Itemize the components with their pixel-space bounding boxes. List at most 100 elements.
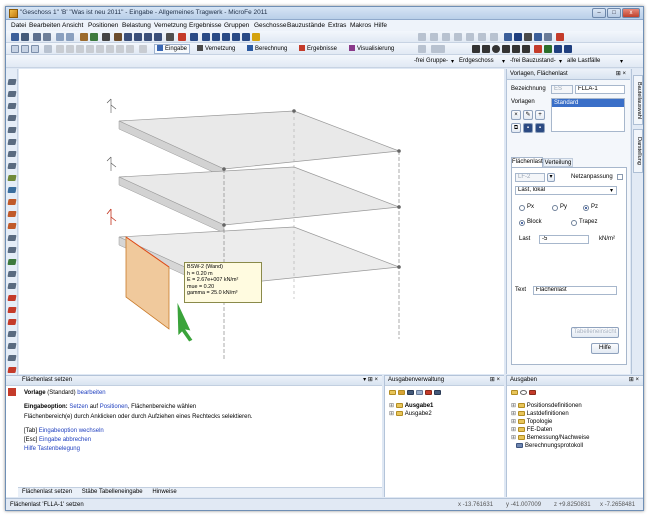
- direction-pz-radio[interactable]: [583, 205, 589, 211]
- eingabe-mode-button[interactable]: Eingabe: [154, 44, 191, 54]
- menu-datei[interactable]: Datei: [11, 22, 26, 29]
- panel-pin-close-icon[interactable]: ⊞ ×: [616, 69, 626, 79]
- node[interactable]: [397, 265, 401, 269]
- lastart-dropdown[interactable]: Last, lokal: [515, 186, 617, 195]
- color-tool-icon[interactable]: [534, 45, 542, 53]
- draw-line-icon[interactable]: [418, 33, 426, 41]
- grid-icon[interactable]: [102, 33, 110, 41]
- draw-circle-icon[interactable]: [466, 33, 474, 41]
- menu-ergebnisse[interactable]: Ergebnisse: [189, 22, 222, 29]
- edit-template-icon[interactable]: ✎: [523, 110, 533, 120]
- positionen-link[interactable]: Positionen: [100, 404, 128, 410]
- dimension-left-icon[interactable]: [7, 283, 17, 289]
- copy-icon[interactable]: [90, 33, 98, 41]
- outputs-folder-icon[interactable]: [511, 390, 518, 395]
- cursor-icon[interactable]: [166, 33, 174, 41]
- zoom-out-icon[interactable]: [134, 33, 142, 41]
- vorlagen-list[interactable]: Standard: [551, 98, 625, 132]
- brush-tool-icon[interactable]: [7, 91, 17, 97]
- hilfe-tastenbelegung-link[interactable]: Hilfe Tastenbelegung: [24, 446, 80, 452]
- vorlagen-list-item[interactable]: Standard: [552, 99, 624, 107]
- direction-px-radio[interactable]: [519, 205, 525, 211]
- tree-item[interactable]: ⊞ Topologie: [511, 418, 589, 426]
- copy-props-icon[interactable]: [56, 45, 64, 53]
- tree-item[interactable]: ⊞ Ausgabe1: [389, 402, 433, 410]
- view-side-icon[interactable]: [212, 33, 220, 41]
- tree-item[interactable]: ⊞ Ausgabe2: [389, 410, 433, 418]
- tab-flaechenlast-setzen[interactable]: Flächenlast setzen: [22, 489, 72, 495]
- opening-tool-icon[interactable]: [7, 247, 17, 253]
- rect-tool-icon[interactable]: [482, 45, 490, 53]
- ergebnisse-mode-button[interactable]: Ergebnisse: [296, 44, 340, 54]
- menu-extras[interactable]: Extras: [328, 22, 346, 29]
- preview-icon[interactable]: [43, 33, 51, 41]
- save-icon[interactable]: [21, 33, 29, 41]
- grid-snap-icon[interactable]: [524, 33, 532, 41]
- node[interactable]: [397, 205, 401, 209]
- save-template-icon[interactable]: ▪: [523, 123, 533, 133]
- point-load-tool-icon[interactable]: [7, 199, 17, 205]
- node[interactable]: [222, 167, 226, 171]
- lastfall-dropdown-arrow[interactable]: ▾: [547, 173, 555, 182]
- slab-tool-icon[interactable]: [7, 139, 17, 145]
- bezeichnung-field[interactable]: FLLA-1: [575, 85, 625, 94]
- draw-polygon-icon[interactable]: [478, 33, 486, 41]
- help-icon[interactable]: [252, 33, 260, 41]
- floor-dropdown[interactable]: Erdgeschoss: [459, 58, 494, 64]
- new-file-icon[interactable]: [11, 33, 19, 41]
- toolbar-overflow-arrow[interactable]: ▾: [620, 58, 623, 65]
- menu-makros[interactable]: Makros: [350, 22, 371, 29]
- vorlage-edit-link[interactable]: bearbeiten: [77, 390, 105, 396]
- eingabeoption-wechseln-link[interactable]: Eingabeoption wechseln: [39, 428, 104, 434]
- draw-rect-icon[interactable]: [454, 33, 462, 41]
- text-field[interactable]: Flächenlast: [533, 286, 617, 295]
- tree-item[interactable]: ⊞ Bemessung/Nachweise: [511, 434, 589, 442]
- section-tool-icon[interactable]: [7, 271, 17, 277]
- group-filter-dropdown[interactable]: -frei Gruppe-: [414, 58, 448, 64]
- stage-dropdown[interactable]: -frei Bauzustand-: [510, 58, 556, 64]
- undo-icon[interactable]: [56, 33, 64, 41]
- area-load-tool-icon[interactable]: [7, 223, 17, 229]
- array-icon[interactable]: [126, 45, 134, 53]
- delete-icon[interactable]: [556, 33, 564, 41]
- node[interactable]: [222, 223, 226, 227]
- draw-point-icon[interactable]: [490, 33, 498, 41]
- pin-tool-icon[interactable]: [7, 367, 17, 373]
- new-output-icon[interactable]: [389, 390, 396, 395]
- check-model-icon[interactable]: [139, 45, 147, 53]
- tab-staebe-tabelleneingabe[interactable]: Stäbe Tabelleneingabe: [82, 489, 143, 495]
- circle-tool-icon[interactable]: [492, 45, 500, 53]
- last-value-field[interactable]: -5: [539, 235, 589, 244]
- support-tool-icon[interactable]: [7, 163, 17, 169]
- print-output-icon[interactable]: [434, 390, 441, 395]
- line-load-tool-icon[interactable]: [7, 211, 17, 217]
- command-panel-close-icon[interactable]: ▾ ⊞ ×: [363, 376, 378, 385]
- tree-item[interactable]: ⊞ FE-Daten: [511, 426, 589, 434]
- zoom-window-icon[interactable]: [144, 33, 152, 41]
- menu-ansicht[interactable]: Ansicht: [62, 22, 83, 29]
- hilfe-button[interactable]: Hilfe: [591, 343, 619, 354]
- tab-hinweise[interactable]: Hinweise: [152, 489, 176, 495]
- stage-dropdown-arrow[interactable]: ▾: [502, 58, 505, 65]
- zoom-all-icon[interactable]: [114, 33, 122, 41]
- stretch-icon[interactable]: [106, 45, 114, 53]
- delete-template-icon[interactable]: ×: [511, 110, 521, 120]
- node-tool-icon[interactable]: [7, 331, 17, 337]
- outputs-panel-close-icon[interactable]: ⊞ ×: [629, 376, 639, 385]
- tree-item[interactable]: Berechnungsprotokoll: [511, 442, 589, 450]
- model-viewport[interactable]: [19, 69, 504, 374]
- menu-hilfe[interactable]: Hilfe: [374, 22, 387, 29]
- spring-tool-icon[interactable]: [7, 175, 17, 181]
- minimize-button[interactable]: –: [592, 8, 606, 18]
- export-tool-icon[interactable]: [564, 45, 572, 53]
- new-template-icon[interactable]: +: [535, 110, 545, 120]
- node[interactable]: [292, 109, 296, 113]
- deselect-icon[interactable]: [44, 45, 52, 53]
- ortho-icon[interactable]: [534, 33, 542, 41]
- hatch-tool-icon[interactable]: [7, 103, 17, 109]
- save-output-icon[interactable]: [407, 390, 414, 395]
- loadcase-dropdown[interactable]: alle Lastfälle: [567, 58, 600, 64]
- rotate-icon[interactable]: [242, 33, 250, 41]
- menu-bearbeiten[interactable]: Bearbeiten: [29, 22, 60, 29]
- error-marker-icon[interactable]: [7, 295, 17, 301]
